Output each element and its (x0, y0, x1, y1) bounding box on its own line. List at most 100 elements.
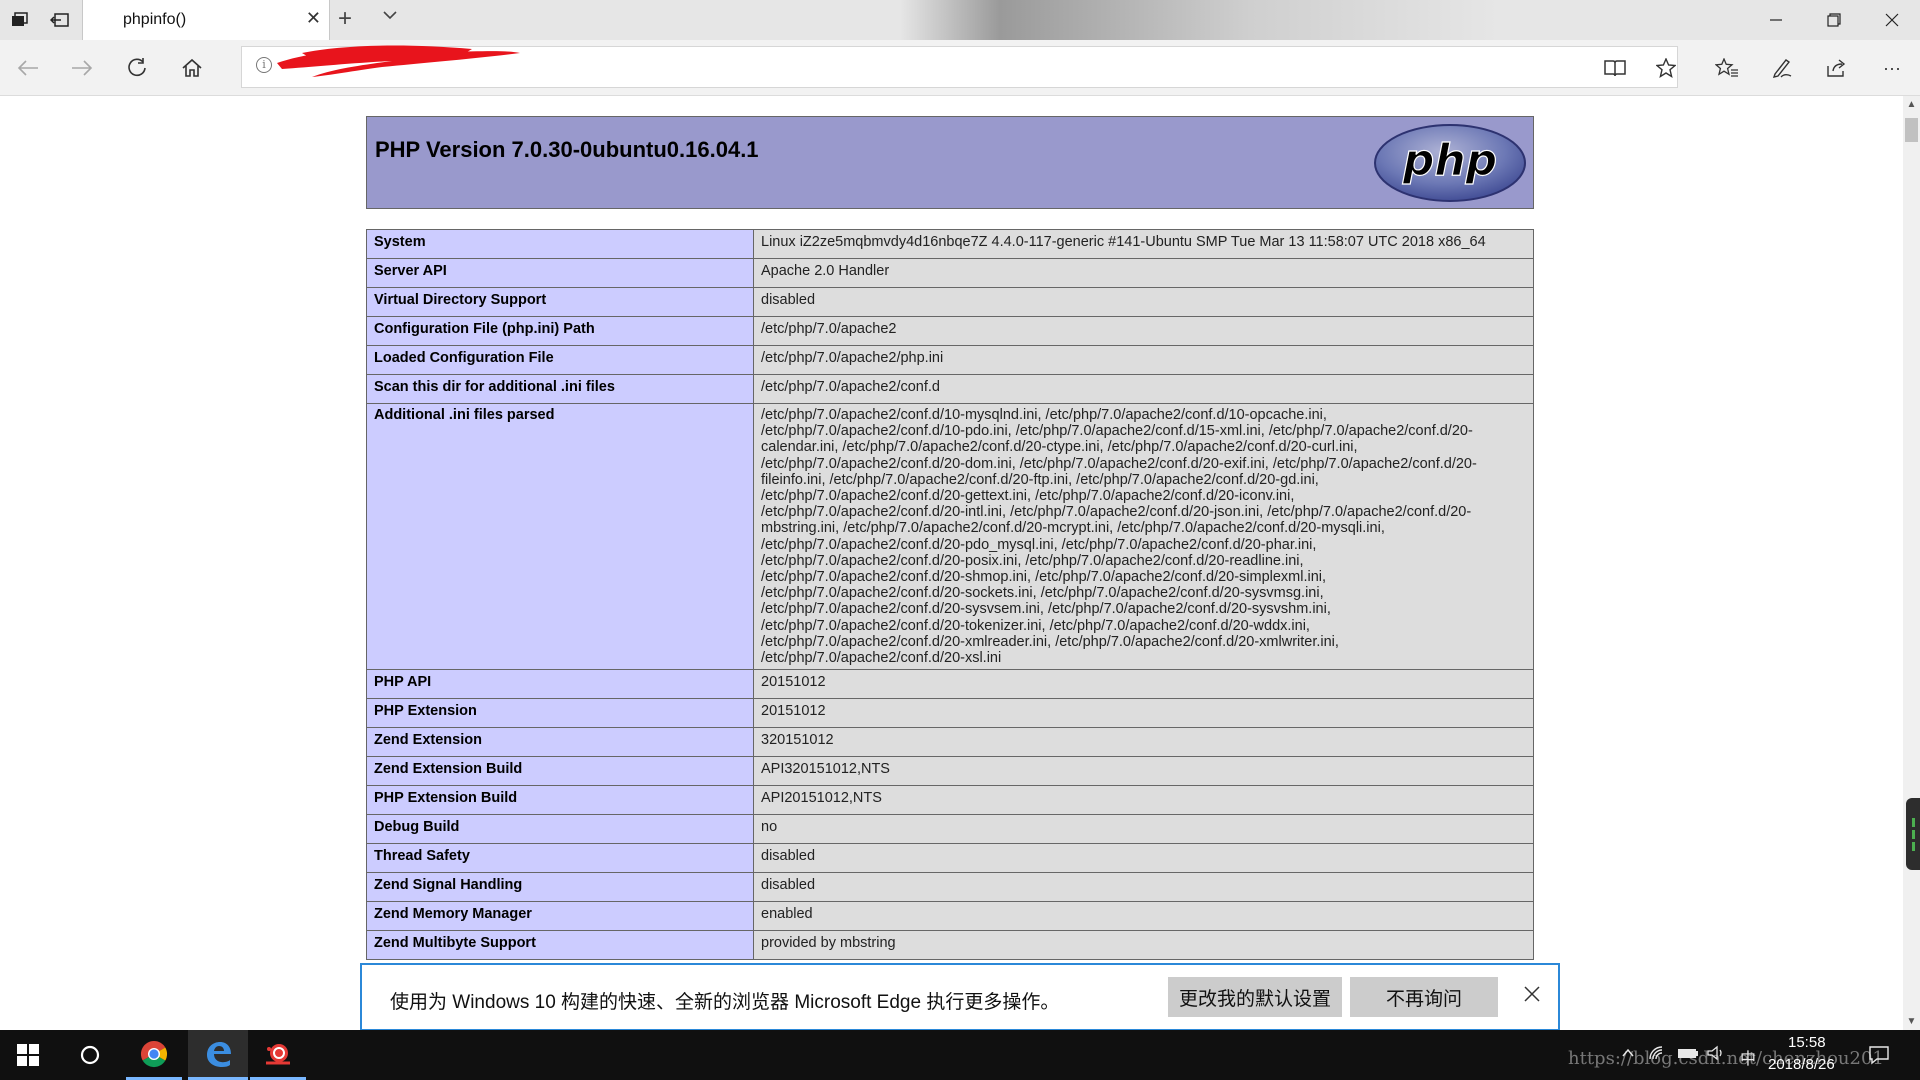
row-value: /etc/php/7.0/apache2 (753, 316, 1534, 346)
scroll-down-icon[interactable]: ▼ (1903, 1013, 1920, 1030)
tab-close-icon[interactable]: ✕ (306, 8, 321, 29)
row-value: /etc/php/7.0/apache2/conf.d (753, 374, 1534, 404)
ini-file-line: /etc/php/7.0/apache2/conf.d/20-dom.ini, … (761, 455, 1477, 472)
title-bar: phpinfo() ✕ + (0, 0, 1920, 40)
additional-ini-section: Additional .ini files parsed /etc/php/7.… (366, 402, 1534, 671)
table-row: PHP Extension Build API20151012,NTS (366, 785, 1534, 816)
restore-icon[interactable] (1806, 0, 1862, 40)
row-key: Debug Build (366, 814, 754, 845)
reading-view-icon[interactable] (1602, 55, 1628, 81)
table-row: System Linux iZ2ze5mqbmvdy4d16nbqe7Z 4.4.… (366, 229, 1534, 259)
table-row: Virtual Directory Support disabled (366, 287, 1534, 317)
favorite-star-icon[interactable] (1653, 55, 1679, 81)
phpinfo-table: System Linux iZ2ze5mqbmvdy4d16nbqe7Z 4.4.… (366, 229, 1534, 961)
scroll-up-icon[interactable]: ▲ (1903, 96, 1920, 113)
table-row: Loaded Configuration File/etc/php/7.0/ap… (366, 345, 1534, 375)
row-value: enabled (753, 901, 1534, 932)
cortana-search-button[interactable] (62, 1030, 118, 1080)
navigation-bar: i ··· (0, 40, 1920, 96)
row-key: Additional .ini files parsed (366, 402, 754, 671)
taskbar-chrome[interactable] (126, 1030, 182, 1080)
snail-app-icon (266, 1043, 290, 1064)
more-options-icon[interactable]: ··· (1872, 48, 1912, 88)
row-value: disabled (753, 872, 1534, 903)
home-icon[interactable] (172, 48, 212, 88)
start-button[interactable] (0, 1030, 56, 1080)
row-key: Zend Extension Build (366, 756, 754, 787)
address-bar[interactable]: i (241, 45, 1679, 88)
table-row: Additional .ini files parsed /etc/php/7.… (366, 402, 1534, 671)
info-icon[interactable]: i (256, 57, 272, 73)
table-row: Debug Build no (366, 814, 1534, 845)
page-content: PHP Version 7.0.30-0ubuntu0.16.04.1 php … (0, 96, 1903, 1030)
row-key: Thread Safety (366, 843, 754, 874)
row-value: Apache 2.0 Handler (753, 258, 1534, 288)
action-center-icon[interactable] (1868, 1045, 1890, 1070)
row-key: Zend Memory Manager (366, 901, 754, 932)
ini-file-line: /etc/php/7.0/apache2/conf.d/10-mysqlnd.i… (761, 407, 1327, 423)
ini-file-line: /etc/php/7.0/apache2/conf.d/20-xmlreader… (761, 633, 1339, 650)
row-key: Configuration File (php.ini) Path (366, 316, 754, 346)
ini-file-line: /etc/php/7.0/apache2/conf.d/20-xsl.ini (761, 650, 1002, 667)
ini-file-line: calendar.ini, /etc/php/7.0/apache2/conf.… (761, 439, 1358, 456)
minimize-icon[interactable] (1748, 0, 1804, 40)
chrome-icon (140, 1040, 168, 1067)
edge-icon (207, 1041, 231, 1067)
ini-file-line: /etc/php/7.0/apache2/conf.d/20-intl.ini,… (761, 504, 1472, 521)
notification-close-icon[interactable] (1524, 981, 1540, 1009)
close-icon[interactable] (1864, 0, 1920, 40)
share-icon[interactable] (1817, 48, 1857, 88)
ini-file-line: fileinfo.ini, /etc/php/7.0/apache2/conf.… (761, 471, 1319, 488)
vertical-scrollbar[interactable]: ▲ ▼ (1903, 96, 1920, 1030)
favorites-hub-icon[interactable] (1707, 48, 1747, 88)
chevron-down-icon[interactable] (382, 7, 398, 28)
row-key: Zend Multibyte Support (366, 930, 754, 961)
side-widget-handle[interactable] (1906, 798, 1920, 870)
volume-icon[interactable] (1706, 1045, 1726, 1066)
set-aside-tabs-icon[interactable] (40, 0, 80, 40)
default-browser-notification: 使用为 Windows 10 构建的快速、全新的浏览器 Microsoft Ed… (360, 963, 1560, 1031)
row-value: /etc/php/7.0/apache2/conf.d/10-mysqlnd.i… (753, 402, 1534, 671)
row-key: Server API (366, 258, 754, 288)
taskbar-app[interactable] (250, 1030, 306, 1080)
dont-ask-again-button[interactable]: 不再询问 (1350, 977, 1498, 1017)
ini-file-line: mbstring.ini, /etc/php/7.0/apache2/conf.… (761, 520, 1385, 537)
row-value: API320151012,NTS (753, 756, 1534, 787)
redaction-scribble (277, 45, 520, 77)
tab-phpinfo[interactable]: phpinfo() ✕ (82, 0, 330, 40)
ini-file-line: /etc/php/7.0/apache2/conf.d/20-posix.ini… (761, 552, 1304, 569)
back-icon[interactable] (8, 48, 48, 88)
ini-file-line: /etc/php/7.0/apache2/conf.d/20-sysvsem.i… (761, 601, 1331, 618)
chevron-up-icon[interactable] (1620, 1045, 1636, 1066)
row-value: 20151012 (753, 698, 1534, 729)
table-row: Zend Multibyte Support provided by mbstri… (366, 930, 1534, 961)
row-key: PHP API (366, 669, 754, 700)
web-note-pen-icon[interactable] (1762, 48, 1802, 88)
battery-icon[interactable] (1676, 1045, 1700, 1066)
forward-icon[interactable] (62, 48, 102, 88)
page-title: PHP Version 7.0.30-0ubuntu0.16.04.1 (375, 137, 759, 162)
row-key: Zend Signal Handling (366, 872, 754, 903)
new-tab-icon[interactable]: + (338, 5, 352, 33)
php-logo-text: php (1402, 135, 1497, 186)
table-row: Zend Signal Handling disabled (366, 872, 1534, 903)
scrollbar-thumb[interactable] (1905, 118, 1918, 142)
table-row: Server API Apache 2.0 Handler (366, 258, 1534, 288)
table-row: PHP Extension 20151012 (366, 698, 1534, 729)
row-key: PHP Extension Build (366, 785, 754, 816)
table-row: Configuration File (php.ini) Path/etc/ph… (366, 316, 1534, 346)
table-row: Zend Extension Build API320151012,NTS (366, 756, 1534, 787)
clock-date[interactable]: 2018/8/26 (1768, 1056, 1835, 1073)
row-value: /etc/php/7.0/apache2/php.ini (753, 345, 1534, 375)
wifi-icon[interactable] (1648, 1045, 1668, 1066)
taskbar-edge[interactable] (188, 1030, 248, 1080)
clock-time[interactable]: 15:58 (1788, 1034, 1826, 1051)
ini-file-line: /etc/php/7.0/apache2/conf.d/20-shmop.ini… (761, 569, 1327, 586)
tab-actions-icon[interactable] (0, 0, 40, 40)
change-default-button[interactable]: 更改我的默认设置 (1168, 977, 1342, 1017)
taskbar: https://blog.csdn.net/chenzhou201 中 15:5… (0, 1030, 1920, 1080)
tab-title: phpinfo() (123, 11, 187, 28)
refresh-icon[interactable] (117, 48, 157, 88)
info-rows-bottom: PHP API 20151012 PHP Extension 20151012 Zend… (366, 669, 1534, 961)
input-method-icon[interactable]: 中 (1740, 1045, 1756, 1069)
